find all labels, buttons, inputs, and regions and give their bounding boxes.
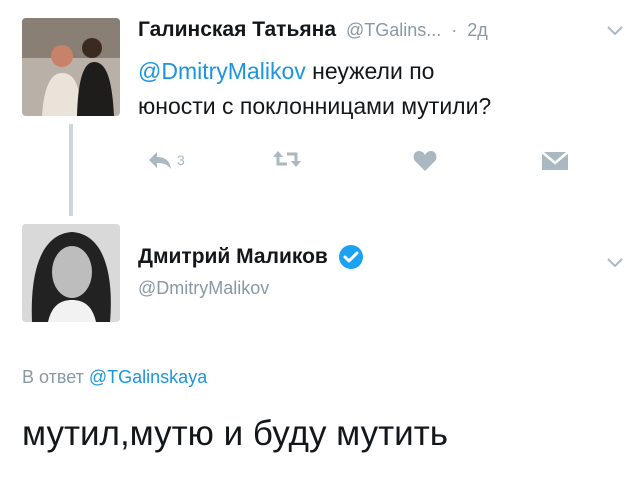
tweet1-menu-button[interactable] bbox=[606, 24, 624, 42]
author-name[interactable]: Дмитрий Маликов bbox=[138, 245, 328, 269]
separator-dot: · bbox=[451, 20, 458, 40]
reply-to-link[interactable]: @TGalinskaya bbox=[89, 367, 207, 387]
tweet1-header: Галинская Татьяна @TGalins... · 2д bbox=[138, 18, 488, 48]
author-handle[interactable]: @DmitryMalikov bbox=[138, 278, 269, 299]
reply-prefix: В ответ bbox=[22, 367, 89, 387]
tweet1-text: @DmitryMalikov неужели по юности с покло… bbox=[138, 54, 618, 124]
tweet1-text-rest: неужели по bbox=[305, 58, 435, 84]
reply-button[interactable]: 3 bbox=[147, 150, 185, 170]
chevron-down-icon bbox=[607, 26, 623, 36]
reply-context: В ответ @TGalinskaya bbox=[22, 367, 207, 388]
envelope-icon bbox=[541, 151, 569, 170]
tweet-time[interactable]: 2д bbox=[467, 20, 488, 41]
retweet-button[interactable] bbox=[272, 148, 302, 170]
author-handle[interactable]: @TGalins... bbox=[346, 20, 441, 41]
author-name[interactable]: Галинская Татьяна bbox=[138, 18, 336, 42]
chevron-down-icon bbox=[607, 258, 623, 268]
reply-count: 3 bbox=[177, 152, 185, 168]
tweet2-menu-button[interactable] bbox=[606, 256, 624, 274]
heart-icon bbox=[413, 151, 437, 171]
avatar-malikov[interactable] bbox=[22, 224, 120, 322]
reply-icon bbox=[149, 152, 171, 169]
like-button[interactable] bbox=[413, 150, 437, 172]
retweet-icon bbox=[273, 151, 301, 167]
tweet1-text-line2: юности с поклонницами мутили? bbox=[138, 93, 492, 119]
tweet2-header: Дмитрий Маликов bbox=[138, 244, 364, 270]
thread-connector-line bbox=[69, 124, 73, 216]
tweet2-text: мутил,мутю и буду мутить bbox=[22, 414, 448, 453]
dm-button[interactable] bbox=[541, 151, 569, 171]
avatar-photo bbox=[22, 18, 120, 116]
avatar-photo bbox=[22, 224, 120, 322]
avatar-galinskaya[interactable] bbox=[22, 18, 120, 116]
verified-badge-icon bbox=[338, 245, 363, 269]
mention-link[interactable]: @DmitryMalikov bbox=[138, 58, 306, 84]
